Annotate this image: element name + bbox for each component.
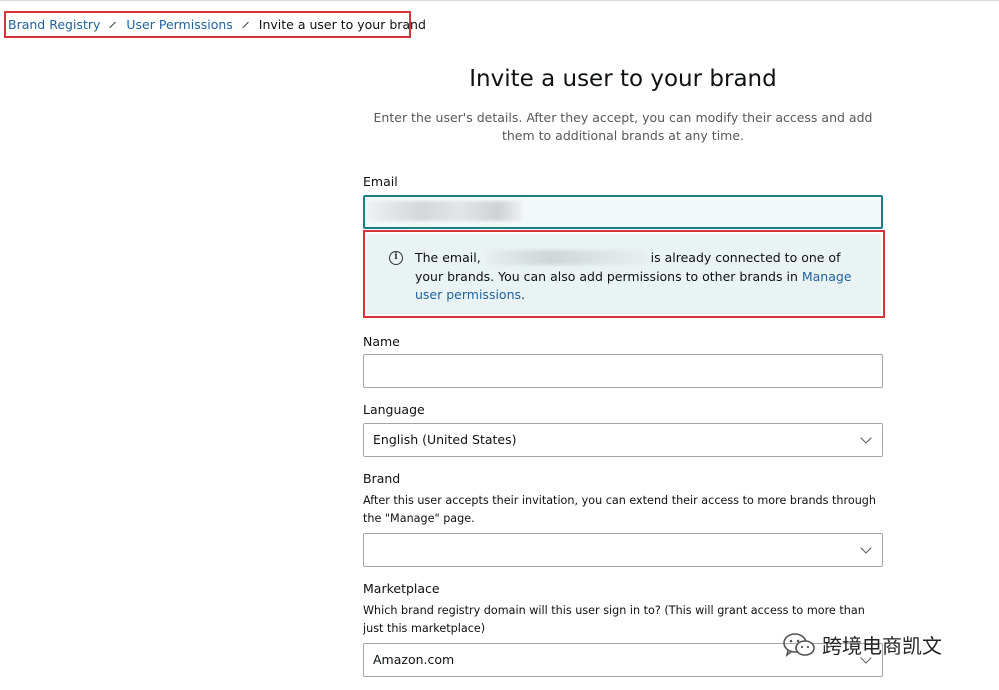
chevron-down-icon (860, 432, 872, 444)
email-label: Email (363, 174, 398, 189)
breadcrumb-current: Invite a user to your brand (258, 17, 426, 32)
alert-text-before: The email, (415, 250, 481, 265)
wechat-icon (783, 632, 815, 657)
watermark-text: 跨境电商凯文 (822, 634, 942, 658)
name-field[interactable] (363, 354, 883, 388)
redacted-email-value (367, 201, 522, 221)
brand-label: Brand (363, 471, 401, 486)
top-divider (0, 0, 999, 4)
breadcrumb-brand-registry[interactable]: Brand Registry (8, 17, 100, 32)
alert-text-end: . (521, 287, 525, 302)
name-label: Name (363, 334, 400, 349)
brand-select[interactable] (363, 533, 883, 567)
chevron-right-icon (109, 21, 117, 28)
language-label: Language (363, 402, 425, 417)
page-subtitle: Enter the user's details. After they acc… (373, 110, 873, 143)
language-select-value: English (United States) (373, 432, 517, 447)
chevron-right-icon (242, 21, 249, 28)
language-select[interactable]: English (United States) (363, 423, 883, 457)
watermark: 跨境电商凯文 (782, 630, 942, 659)
chevron-down-icon (860, 542, 872, 554)
page: Brand Registry User Permissions Invite a… (0, 0, 999, 690)
page-title: Invite a user to your brand (469, 66, 777, 92)
marketplace-select-value: Amazon.com (373, 652, 455, 667)
redacted-email-inline (484, 250, 647, 265)
email-field[interactable] (363, 195, 883, 229)
email-exists-alert: i The email, is already connected to one… (367, 234, 881, 314)
breadcrumb-user-permissions[interactable]: User Permissions (126, 17, 232, 32)
breadcrumb: Brand Registry User Permissions Invite a… (4, 11, 426, 38)
marketplace-label: Marketplace (363, 581, 440, 596)
info-icon: i (389, 251, 403, 265)
brand-help-text: After this user accepts their invitation… (363, 494, 876, 525)
alert-message: The email, is already connected to one o… (415, 249, 867, 305)
